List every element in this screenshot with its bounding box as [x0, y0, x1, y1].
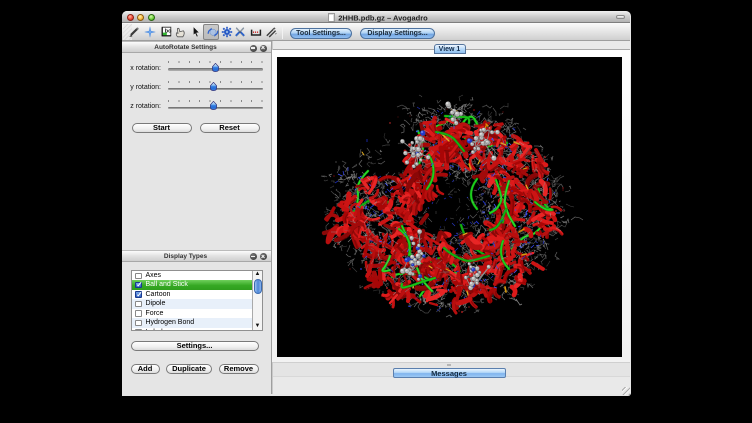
svg-text:bo: bo — [164, 29, 171, 35]
